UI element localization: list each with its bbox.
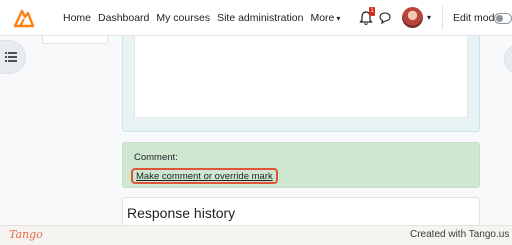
nav-home[interactable]: Home bbox=[63, 12, 91, 24]
edit-mode-toggle[interactable] bbox=[494, 13, 512, 24]
navbar-divider bbox=[442, 6, 443, 30]
nav-more-menu[interactable]: More ▾ bbox=[310, 12, 340, 24]
nav-site-administration[interactable]: Site administration bbox=[217, 12, 303, 24]
user-avatar[interactable] bbox=[402, 7, 423, 28]
moodle-logo-icon[interactable] bbox=[12, 6, 36, 30]
chevron-down-icon: ▾ bbox=[336, 13, 341, 23]
open-block-drawer-button[interactable] bbox=[504, 44, 512, 74]
notification-count-badge: 1 bbox=[369, 7, 375, 16]
tango-credit-text: Created with Tango.us bbox=[410, 229, 510, 240]
make-comment-or-override-mark-link[interactable]: Make comment or override mark bbox=[131, 168, 278, 184]
question-answer-area bbox=[134, 36, 468, 118]
nav-my-courses[interactable]: My courses bbox=[156, 12, 210, 24]
nav-dashboard[interactable]: Dashboard bbox=[98, 12, 149, 24]
primary-navigation: Home Dashboard My courses Site administr… bbox=[63, 0, 347, 36]
nav-more-label: More bbox=[310, 12, 335, 24]
tango-logo: Tango bbox=[9, 228, 43, 241]
list-icon bbox=[5, 52, 17, 62]
open-course-index-button[interactable] bbox=[0, 40, 26, 74]
response-history-heading: Response history bbox=[127, 205, 236, 221]
chevron-down-icon[interactable]: ▾ bbox=[427, 13, 431, 22]
messages-icon[interactable] bbox=[378, 11, 392, 25]
comment-label: Comment: bbox=[134, 152, 178, 163]
top-navbar: Home Dashboard My courses Site administr… bbox=[0, 0, 512, 36]
